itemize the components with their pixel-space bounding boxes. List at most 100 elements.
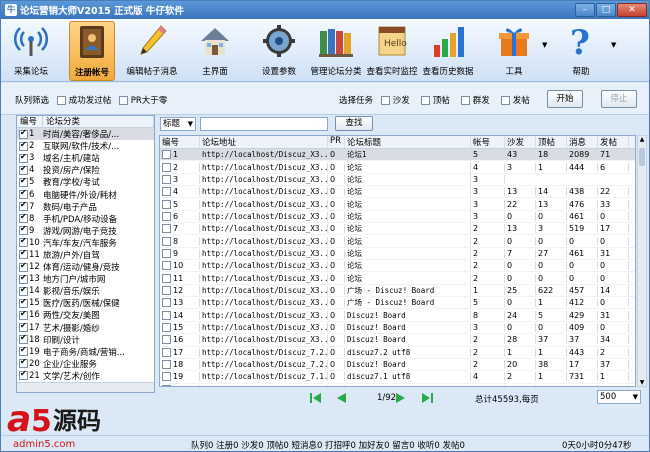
task-mass-send-checkbox[interactable] bbox=[461, 96, 470, 105]
forum-row[interactable]: 14 http://localhost/Discuz_X3... 0 Discuz! … bbox=[160, 309, 635, 322]
forum-row[interactable]: 17 http://localhost/Discuz_7.2... 0 discuz7… bbox=[160, 347, 635, 359]
page-size-select[interactable]: 500 ▼ bbox=[597, 390, 641, 404]
search-button[interactable]: 查找 bbox=[335, 116, 373, 131]
category-row[interactable]: 21文学/艺术/创作 bbox=[17, 370, 154, 382]
maximize-button[interactable]: □ bbox=[596, 3, 616, 17]
toolbar-collect-forums[interactable]: 采集论坛 bbox=[7, 21, 55, 81]
category-checkbox[interactable] bbox=[19, 213, 28, 224]
forum-row-checkbox[interactable] bbox=[162, 335, 171, 345]
minimize-button[interactable]: – bbox=[575, 3, 595, 17]
first-page-icon[interactable] bbox=[309, 392, 321, 403]
category-row[interactable]: 2 互联网/软件/技术/... bbox=[17, 140, 154, 152]
category-checkbox[interactable] bbox=[19, 152, 28, 163]
category-col-id[interactable]: 编号 bbox=[17, 116, 43, 127]
grid-col-url[interactable]: 论坛地址 bbox=[200, 136, 328, 148]
toolbar-help[interactable]: ? 帮助 bbox=[557, 21, 605, 81]
category-row[interactable]: 5 教育/学校/考试 bbox=[17, 176, 154, 188]
category-checkbox[interactable] bbox=[19, 176, 28, 187]
task-bump-checkbox[interactable] bbox=[421, 96, 430, 105]
grid-vertical-scrollbar[interactable]: ▲ ▼ bbox=[637, 135, 647, 387]
toolbar-edit-posts[interactable]: 编辑帖子消息 bbox=[123, 21, 181, 81]
category-checkbox[interactable] bbox=[19, 140, 28, 151]
forum-row[interactable]: 3 http://localhost/Discuz_X3... 0 论坛 3 bbox=[160, 173, 635, 187]
forum-row-checkbox[interactable] bbox=[162, 285, 171, 295]
forum-row-checkbox[interactable] bbox=[162, 273, 171, 283]
forum-row[interactable]: 20 http://localhost/Discuz_7.0...0Discuz!… bbox=[160, 384, 635, 386]
forum-row[interactable]: 8 http://localhost/Discuz_X3... 0 论坛 2 0 0 0 0 bbox=[160, 235, 635, 248]
forum-row[interactable]: 18 http://localhost/Discuz_7.2... 0 Discuz!… bbox=[160, 359, 635, 372]
task-bump[interactable]: 顶帖 bbox=[421, 94, 450, 106]
category-checkbox[interactable] bbox=[19, 346, 28, 357]
pr-checkbox[interactable] bbox=[119, 96, 128, 105]
forum-row-checkbox[interactable] bbox=[162, 199, 171, 209]
category-row[interactable]: 6 电脑硬件/外设/耗材 bbox=[17, 188, 154, 201]
forum-row[interactable]: 16 http://localhost/Discuz_X3... 0 Discuz! … bbox=[160, 334, 635, 347]
forum-row[interactable]: 2 http://localhost/Discuz_X3... 0 论坛 4 3 1 444 6 bbox=[160, 161, 635, 174]
category-checkbox[interactable] bbox=[19, 249, 28, 260]
category-checkbox[interactable] bbox=[19, 309, 28, 320]
category-checkbox[interactable] bbox=[19, 285, 28, 296]
close-button[interactable]: ✕ bbox=[617, 3, 647, 17]
grid-col-posts[interactable]: 发帖 bbox=[598, 136, 629, 148]
toolbar-tools[interactable]: 工具 bbox=[489, 21, 539, 81]
next-page-icon[interactable] bbox=[395, 392, 407, 403]
category-row[interactable]: 14影视/音乐/娱乐 bbox=[17, 285, 154, 297]
prev-page-icon[interactable] bbox=[335, 392, 347, 403]
category-checkbox[interactable] bbox=[19, 273, 28, 284]
category-row[interactable]: 12体育/运动/健身/竞技 bbox=[17, 261, 154, 273]
forum-row-checkbox[interactable] bbox=[162, 224, 171, 234]
category-checkbox[interactable] bbox=[19, 370, 28, 381]
forum-row-checkbox[interactable] bbox=[162, 162, 171, 172]
search-input[interactable] bbox=[200, 117, 328, 131]
forum-row-checkbox[interactable] bbox=[162, 360, 171, 370]
forum-row[interactable]: 6 http://localhost/Discuz_X3... 0 论坛 3 0 0 461 0 bbox=[160, 210, 635, 224]
forum-row-checkbox[interactable] bbox=[162, 322, 171, 332]
forum-row[interactable]: 11 http://localhost/Discuz_X3... 0 论坛 2 0 0 0 0 bbox=[160, 272, 635, 285]
forum-row[interactable]: 4 http://localhost/Discuz_X3... 0 论坛 3 13 14 43… bbox=[160, 186, 635, 199]
category-row[interactable]: 17艺术/摄影/婚纱 bbox=[17, 322, 154, 334]
forum-row[interactable]: 15 http://localhost/Discuz_X3... 0 Discuz! … bbox=[160, 322, 635, 335]
toolbar-live-monitor[interactable]: Hello 查看实时监控 bbox=[365, 21, 419, 81]
toolbar-history-data[interactable]: 查看历史数据 bbox=[421, 21, 475, 81]
search-field-select[interactable]: 标题 ▼ bbox=[160, 117, 196, 131]
forum-row-checkbox[interactable] bbox=[162, 211, 171, 221]
toolbar-manage-categories[interactable]: 管理论坛分类 bbox=[307, 21, 365, 81]
grid-col-accounts[interactable]: 帐号 bbox=[471, 136, 505, 148]
task-post-checkbox[interactable] bbox=[501, 96, 510, 105]
grid-col-messages[interactable]: 消息 bbox=[567, 136, 598, 148]
category-checkbox[interactable] bbox=[19, 225, 28, 236]
forum-row-checkbox[interactable] bbox=[162, 248, 171, 258]
forum-row-checkbox[interactable] bbox=[162, 347, 171, 357]
category-row[interactable]: 11旅游/户外/自驾 bbox=[17, 249, 154, 261]
grid-col-id[interactable]: 编号 bbox=[160, 136, 200, 148]
success-post-checkbox[interactable] bbox=[57, 96, 66, 105]
category-checkbox[interactable] bbox=[19, 188, 28, 200]
forum-row[interactable]: 9 http://localhost/Discuz_X3... 0 论坛 2 7 27 461… bbox=[160, 247, 635, 261]
success-post-filter[interactable]: 成功发过帖 bbox=[57, 94, 111, 106]
grid-col-bump[interactable]: 顶帖 bbox=[536, 136, 567, 148]
category-checkbox[interactable] bbox=[19, 128, 28, 139]
toolbar-settings[interactable]: 设置参数 bbox=[255, 21, 303, 81]
tools-dropdown-arrow-icon[interactable]: ▼ bbox=[542, 41, 547, 49]
category-row[interactable]: 15医疗/医药/医械/保健 bbox=[17, 297, 154, 309]
forum-row-checkbox[interactable] bbox=[162, 372, 171, 382]
grid-col-title[interactable]: 论坛标题 bbox=[345, 136, 471, 148]
task-post[interactable]: 发帖 bbox=[501, 94, 530, 106]
forum-row[interactable]: 1 http://localhost/Discuz_X3... 0 论坛1 5 43 18 2… bbox=[160, 149, 635, 162]
forum-row-checkbox[interactable] bbox=[162, 187, 171, 197]
forum-row-checkbox[interactable] bbox=[162, 174, 171, 184]
forum-row[interactable]: 10 http://localhost/Discuz_X3... 0 论坛 2 0 0 0 0 bbox=[160, 260, 635, 273]
category-checkbox[interactable] bbox=[19, 322, 28, 333]
forum-row[interactable]: 13 http://localhost/Discuz_X3... 0 广场 - Dis… bbox=[160, 297, 635, 310]
category-row[interactable]: 4 投资/房产/保险 bbox=[17, 164, 154, 176]
toolbar-main-view[interactable]: 主界面 bbox=[191, 21, 239, 81]
scrollbar-thumb[interactable] bbox=[639, 148, 645, 166]
last-page-icon[interactable] bbox=[421, 392, 433, 403]
toolbar-register-accounts[interactable]: 注册帐号 bbox=[69, 21, 115, 81]
category-row[interactable]: 20企业/企业服务 bbox=[17, 358, 154, 370]
help-dropdown-arrow-icon[interactable]: ▼ bbox=[611, 41, 616, 49]
category-row[interactable]: 16两性/交友/美图 bbox=[17, 309, 154, 321]
forum-row[interactable]: 5 http://localhost/Discuz_X3... 0 论坛 3 22 13 47… bbox=[160, 198, 635, 211]
pr-filter[interactable]: PR大于零 bbox=[119, 94, 167, 106]
category-row[interactable]: 9 游戏/网游/电子竞技 bbox=[17, 225, 154, 237]
